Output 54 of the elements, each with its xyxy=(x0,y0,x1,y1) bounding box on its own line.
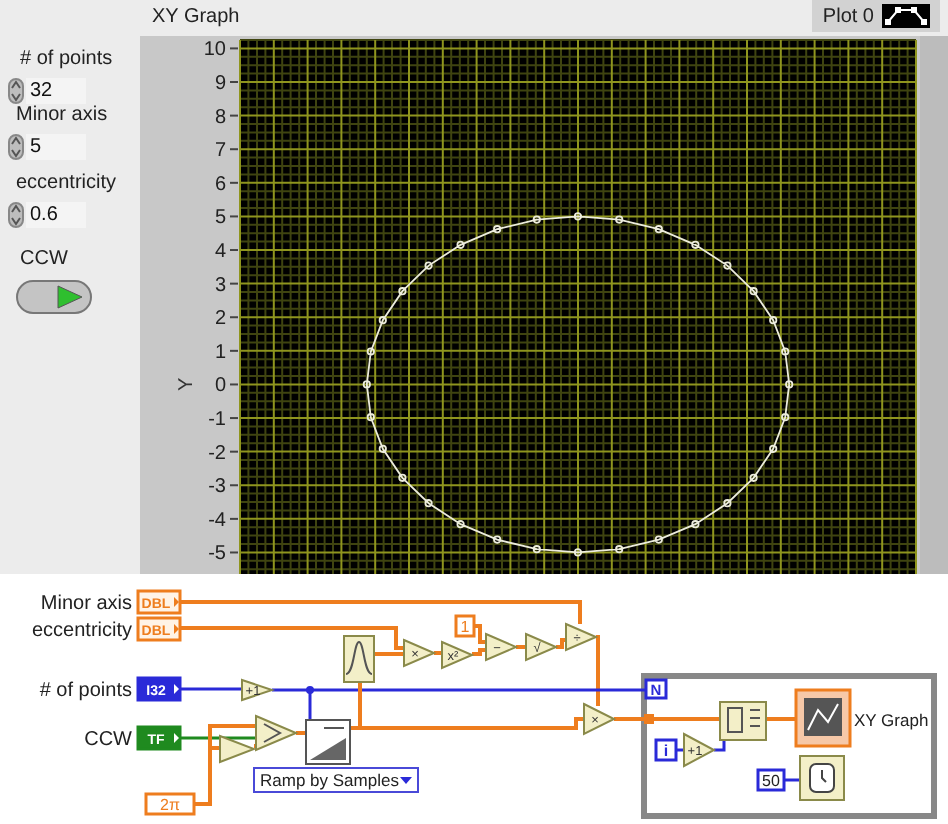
wire xyxy=(654,717,720,721)
toggle-button[interactable] xyxy=(16,280,92,314)
terminal-label: Minor axis xyxy=(40,593,132,615)
wait-node-icon[interactable] xyxy=(799,755,845,801)
ramp-mode-dropdown[interactable]: Ramp by Samples xyxy=(253,767,419,793)
control-label: eccentricity xyxy=(16,172,119,198)
wire xyxy=(180,687,242,691)
tick-label: 4 xyxy=(214,241,226,264)
tick-label: 6 xyxy=(214,173,226,196)
numeric-field[interactable]: 5 xyxy=(26,133,86,159)
tick-label: -1 xyxy=(208,409,226,432)
control-label: Minor axis xyxy=(16,104,110,130)
wire xyxy=(714,736,726,752)
tick-label: 10 xyxy=(203,39,226,62)
terminal-label: CCW xyxy=(84,729,132,751)
waveform-node-icon[interactable] xyxy=(343,635,375,683)
plot-legend[interactable]: Plot 0 xyxy=(812,0,940,32)
tick-label: -5 xyxy=(208,543,226,566)
ramp-node-icon[interactable] xyxy=(305,719,351,765)
spinner-icon[interactable] xyxy=(8,201,24,227)
tick-label: 3 xyxy=(214,274,226,297)
loop-index-terminal[interactable]: i xyxy=(654,738,678,762)
tick-label: 1 xyxy=(214,341,226,364)
tick-label: 9 xyxy=(214,73,226,95)
tick-label: -3 xyxy=(208,476,226,499)
loop-tunnel xyxy=(644,714,654,724)
axis-title: Y xyxy=(176,377,198,392)
wire xyxy=(766,717,796,721)
wire xyxy=(556,638,566,649)
graph-label: XY Graph xyxy=(152,6,240,30)
constant[interactable]: 50 xyxy=(756,768,786,792)
wire-junction xyxy=(306,686,314,694)
control-label: # of points xyxy=(20,48,115,74)
tick-label: 5 xyxy=(214,207,226,230)
tick-label: 2 xyxy=(214,308,226,331)
build-array-node-icon[interactable] xyxy=(719,701,767,741)
tick-label: 0 xyxy=(214,375,226,398)
terminal-label: # of points xyxy=(39,680,132,702)
spinner-icon[interactable] xyxy=(8,133,24,159)
graph-terminal-icon[interactable] xyxy=(794,688,852,748)
tick-label: 7 xyxy=(214,140,226,163)
numeric-field[interactable]: 0.6 xyxy=(26,201,86,227)
terminal-label: eccentricity xyxy=(31,620,132,642)
select-node[interactable] xyxy=(255,714,299,752)
plot-legend-icon xyxy=(882,4,930,28)
wire xyxy=(614,717,644,721)
numeric-field[interactable]: 32 xyxy=(26,77,86,103)
spinner-icon[interactable] xyxy=(8,77,24,103)
tick-label: -2 xyxy=(208,442,226,465)
terminal-label: XY Graph xyxy=(854,710,929,730)
control-label: CCW xyxy=(20,248,70,274)
tick-label: 8 xyxy=(214,106,226,129)
tick-label: -4 xyxy=(208,509,226,532)
function-node[interactable] xyxy=(219,734,257,764)
